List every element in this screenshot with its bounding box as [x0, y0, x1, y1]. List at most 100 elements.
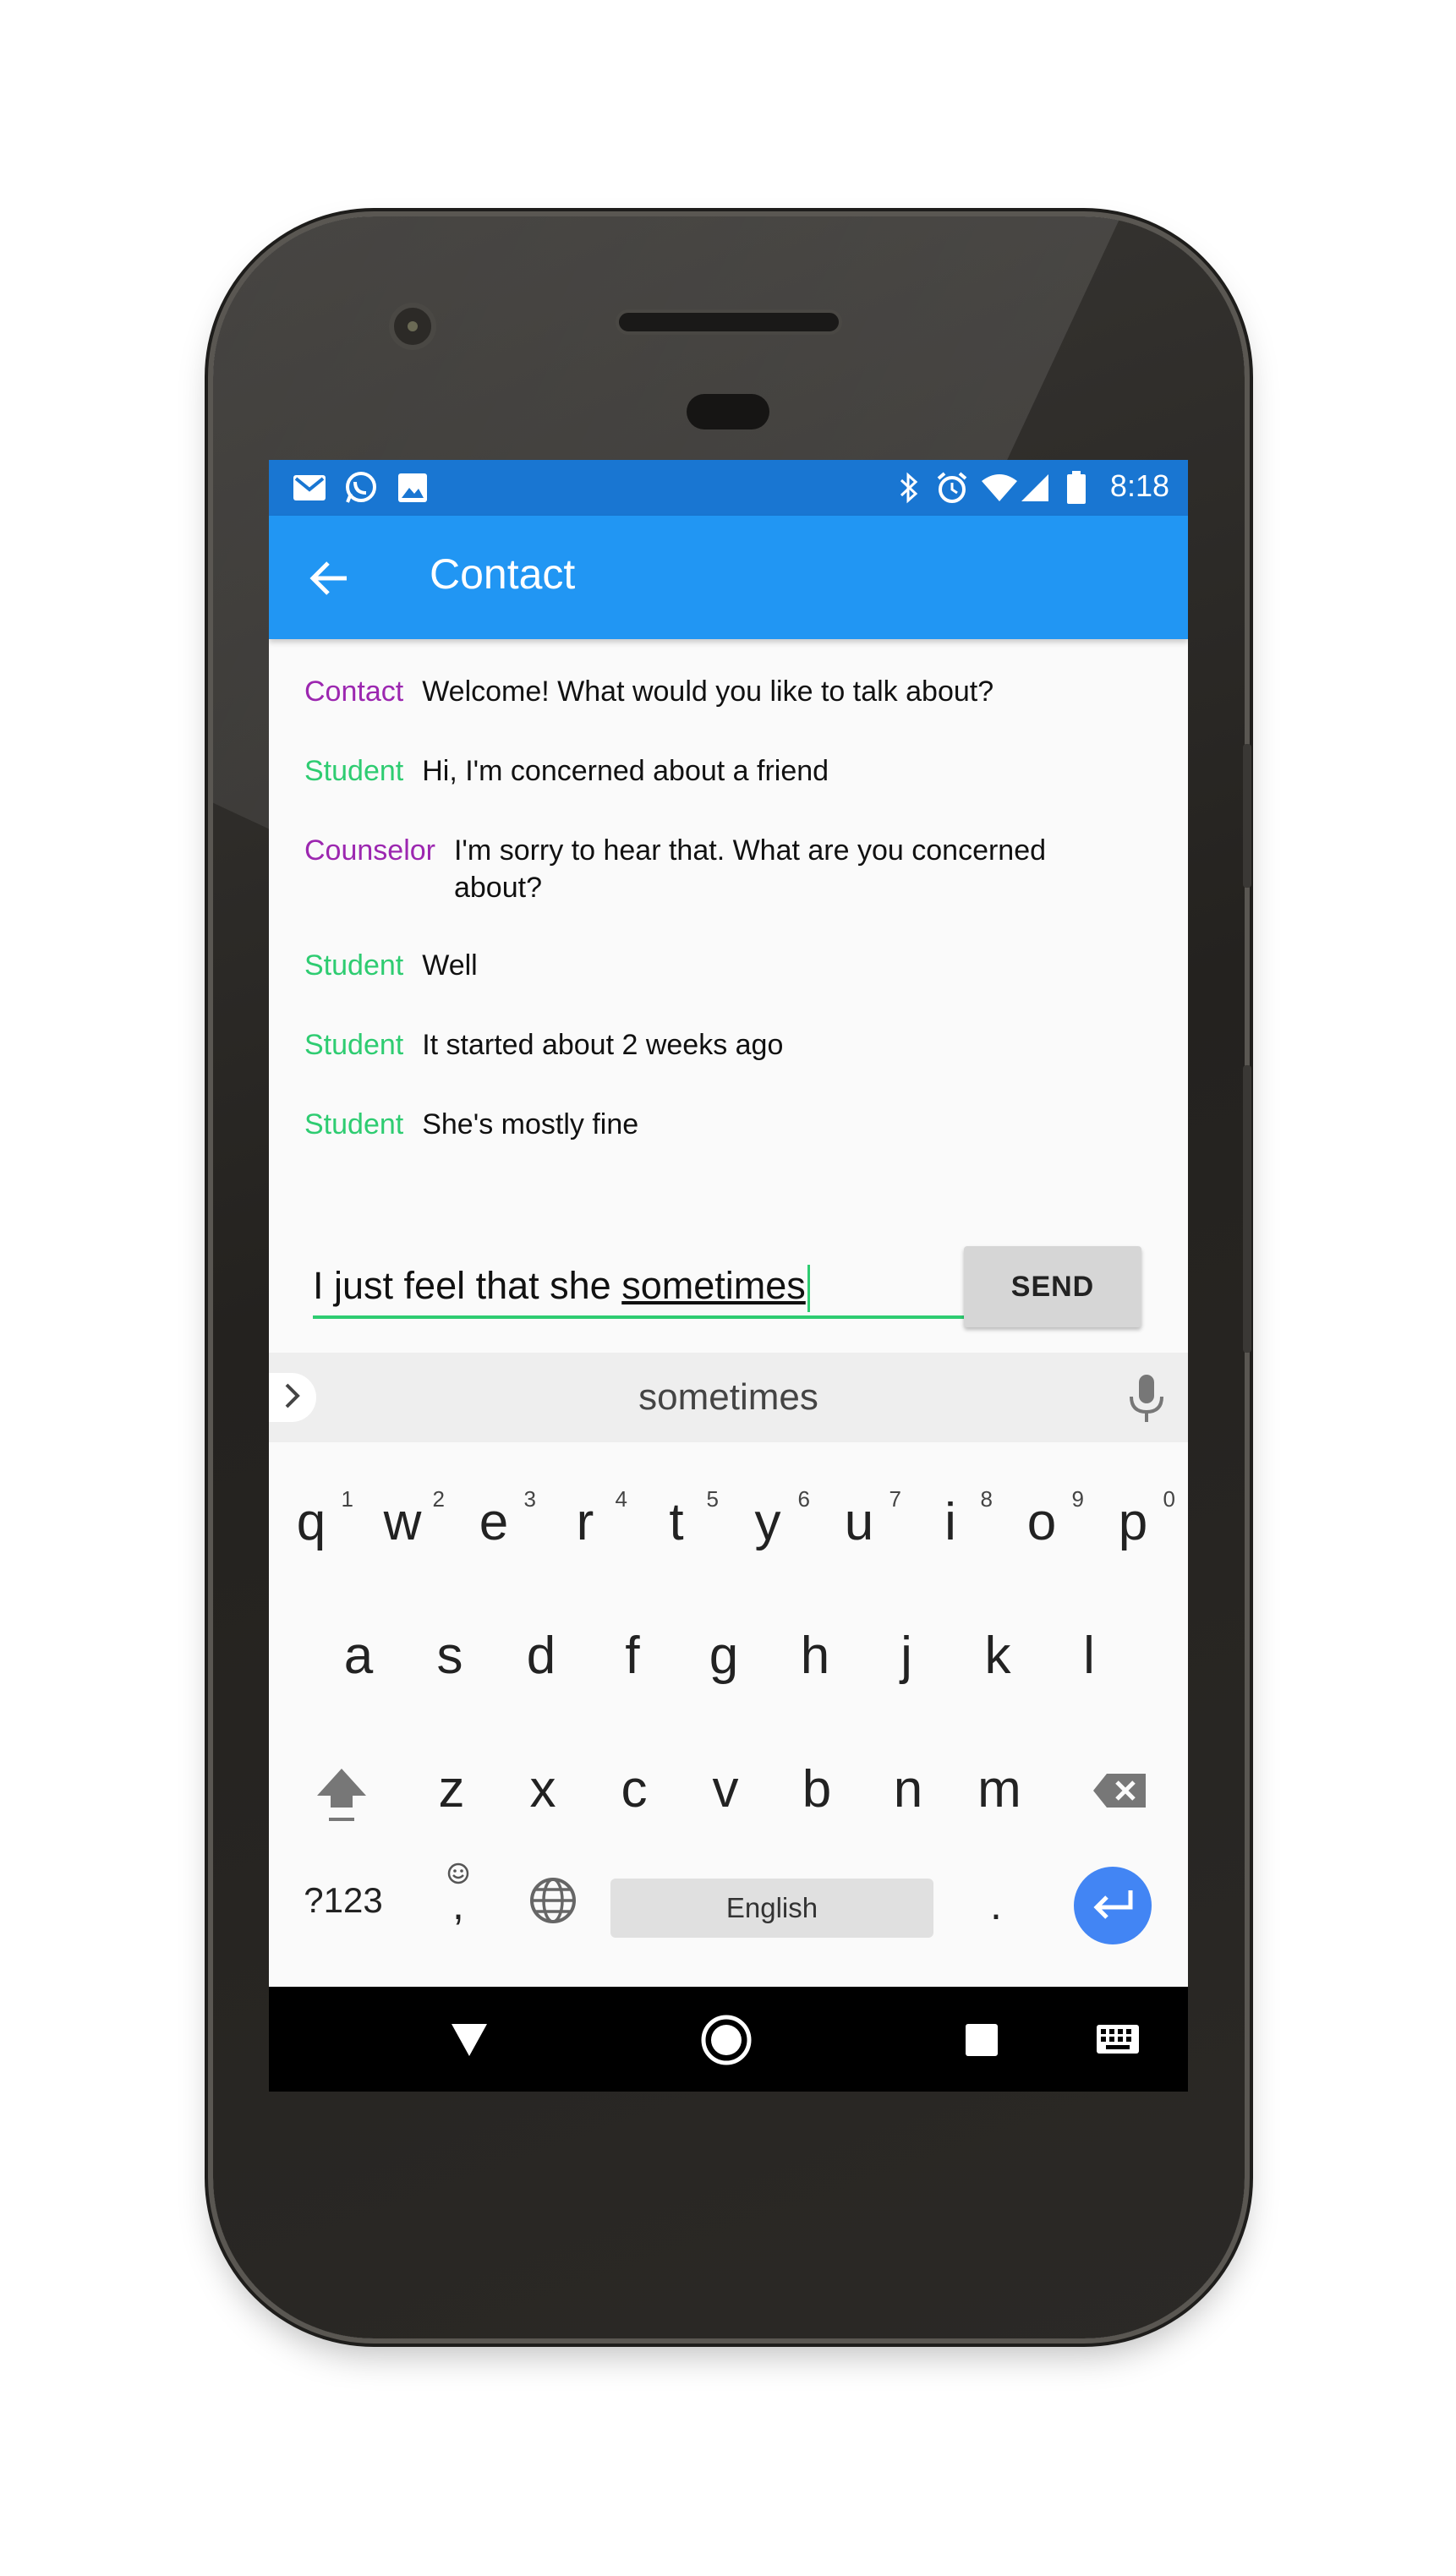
key-label: a	[343, 1627, 374, 1685]
battery-icon	[1064, 471, 1089, 504]
key-p[interactable]: p0	[1091, 1468, 1175, 1578]
key-j[interactable]: j	[864, 1601, 949, 1711]
key-hint: 8	[980, 1486, 993, 1512]
key-c[interactable]: c	[592, 1735, 676, 1845]
message-item: Student Well	[304, 947, 1081, 984]
key-label: x	[529, 1760, 556, 1819]
key-r[interactable]: r4	[543, 1468, 627, 1578]
microphone-icon	[1124, 1375, 1169, 1427]
back-button[interactable]	[303, 551, 357, 605]
emoji-icon	[446, 1862, 470, 1890]
key-l[interactable]: l	[1047, 1601, 1131, 1711]
key-label: c	[621, 1760, 648, 1819]
key-hint: 4	[615, 1486, 627, 1512]
key-label: y	[754, 1493, 781, 1551]
period-key[interactable]: .	[954, 1841, 1038, 1943]
key-m[interactable]: m	[957, 1735, 1042, 1845]
key-label: l	[1083, 1627, 1095, 1685]
shift-arrow-icon	[299, 1735, 384, 1830]
key-b[interactable]: b	[775, 1735, 859, 1845]
message-text: Hi, I'm concerned about a friend	[422, 755, 829, 787]
key-label: u	[844, 1493, 874, 1551]
message-item: Counselor I'm sorry to hear that. What a…	[304, 832, 1114, 906]
key-t[interactable]: t5	[634, 1468, 719, 1578]
message-sender: Contact	[304, 675, 404, 708]
key-k[interactable]: k	[955, 1601, 1040, 1711]
keyboard-icon[interactable]	[1096, 2024, 1140, 2059]
send-button[interactable]: SEND	[964, 1246, 1141, 1327]
soft-keyboard: sometimes q1 w2 e3 r4 t5 y6 u7 i8 o9 p0 …	[269, 1353, 1188, 1987]
key-hint: 3	[523, 1486, 536, 1512]
space-key[interactable]: English	[610, 1879, 933, 1938]
key-v[interactable]: v	[683, 1735, 768, 1845]
key-label: j	[900, 1627, 912, 1685]
globe-icon	[511, 1848, 595, 1930]
key-f[interactable]: f	[590, 1601, 675, 1711]
key-q[interactable]: q1	[269, 1468, 353, 1578]
key-label: k	[984, 1627, 1011, 1685]
text-cursor	[807, 1265, 810, 1313]
key-label: ,	[452, 1881, 464, 1928]
key-s[interactable]: s	[408, 1601, 492, 1711]
app-bar: Contact	[269, 516, 1188, 639]
alarm-icon	[933, 472, 971, 504]
key-n[interactable]: n	[866, 1735, 950, 1845]
message-input-text: I just feel that she	[313, 1264, 622, 1307]
comma-key[interactable]: ,	[416, 1841, 501, 1943]
shift-key[interactable]	[299, 1735, 384, 1845]
key-d[interactable]: d	[499, 1601, 583, 1711]
key-label: i	[944, 1493, 956, 1551]
bluetooth-icon	[896, 472, 922, 504]
message-sender: Student	[304, 1029, 404, 1061]
message-text: Well	[422, 949, 478, 982]
key-g[interactable]: g	[681, 1601, 766, 1711]
key-label: n	[893, 1760, 923, 1819]
key-w[interactable]: w2	[360, 1468, 445, 1578]
key-x[interactable]: x	[501, 1735, 585, 1845]
key-hint: 9	[1071, 1486, 1084, 1512]
key-label: m	[977, 1760, 1021, 1819]
arrow-left-icon	[303, 561, 357, 609]
back-triangle-icon[interactable]	[448, 2021, 490, 2062]
front-camera	[389, 303, 436, 350]
enter-key[interactable]	[1074, 1867, 1152, 1944]
key-i[interactable]: i8	[908, 1468, 993, 1578]
key-y[interactable]: y6	[725, 1468, 811, 1578]
suggestion-strip: sometimes	[269, 1353, 1188, 1442]
backspace-key[interactable]	[1077, 1735, 1162, 1845]
screen: 8:18 Contact Contact Welcome! What would…	[269, 460, 1188, 2092]
key-label: h	[800, 1627, 830, 1685]
message-input[interactable]: I just feel that she sometimes	[313, 1256, 971, 1319]
key-label: s	[436, 1627, 463, 1685]
recents-square-icon[interactable]	[964, 2022, 999, 2062]
key-label: f	[625, 1627, 640, 1685]
suggestion-word[interactable]: sometimes	[269, 1376, 1188, 1419]
key-a[interactable]: a	[316, 1601, 401, 1711]
home-circle-icon[interactable]	[700, 2014, 753, 2070]
message-item: Contact Welcome! What would you like to …	[304, 673, 1081, 710]
key-z[interactable]: z	[409, 1735, 494, 1845]
key-o[interactable]: o9	[999, 1468, 1084, 1578]
status-clock: 8:18	[1109, 468, 1169, 503]
key-e[interactable]: e3	[452, 1468, 536, 1578]
navigation-bar	[269, 1987, 1188, 2092]
message-item: Student She's mostly fine	[304, 1106, 1081, 1143]
key-label: o	[1026, 1493, 1057, 1551]
volume-button	[1243, 1065, 1251, 1353]
symbols-key[interactable]: ?123	[293, 1880, 394, 1921]
key-u[interactable]: u7	[817, 1468, 901, 1578]
gmail-icon	[291, 472, 328, 504]
signal-icon	[1018, 472, 1052, 504]
message-text: She's mostly fine	[422, 1108, 639, 1140]
key-label: d	[526, 1627, 556, 1685]
key-label: .	[990, 1881, 1002, 1928]
key-label: b	[802, 1760, 832, 1819]
key-label: g	[709, 1627, 739, 1685]
key-label: r	[576, 1493, 594, 1551]
voice-input-button[interactable]	[1124, 1373, 1169, 1424]
enter-arrow-icon	[1090, 1887, 1136, 1925]
language-key[interactable]	[511, 1848, 595, 1950]
message-text: It started about 2 weeks ago	[422, 1029, 784, 1061]
image-icon	[396, 472, 430, 504]
key-h[interactable]: h	[773, 1601, 857, 1711]
